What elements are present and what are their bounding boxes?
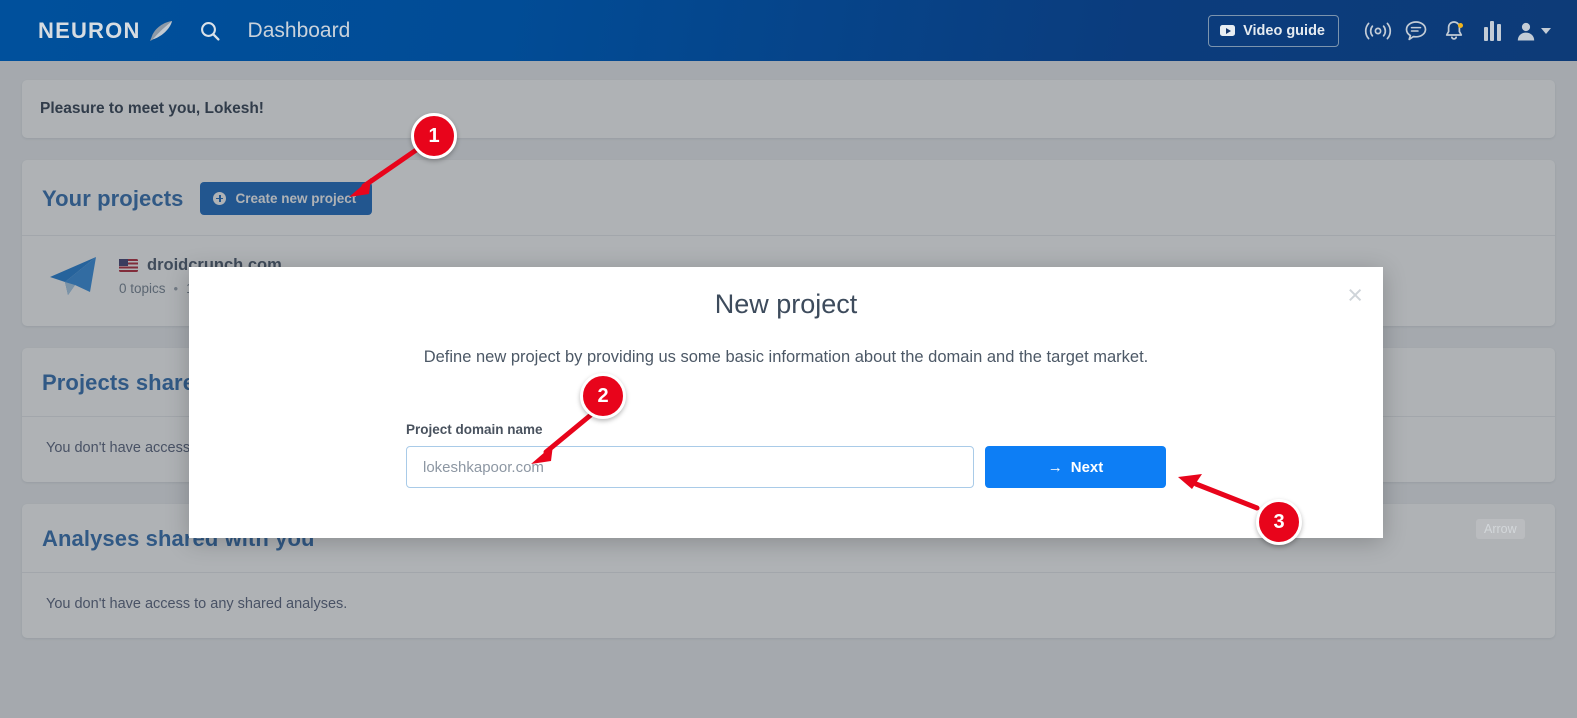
arrow-right-icon: → [1047,458,1063,476]
next-button-label: Next [1070,458,1104,476]
navbar-actions: Video guide [1208,0,1559,61]
video-guide-button[interactable]: Video guide [1208,14,1339,47]
bar-chart-icon[interactable] [1473,11,1511,51]
brand-name: NEURON [38,17,141,43]
modal-subtitle: Define new project by providing us some … [423,348,1149,366]
chat-bubble-icon[interactable] [1397,11,1435,51]
notification-bell-icon[interactable] [1435,11,1473,51]
close-icon[interactable]: × [1347,282,1363,309]
next-button[interactable]: → Next [985,446,1166,488]
dashboard-screen: NEURON Dashboard Video guide Pleasure to… [0,0,1577,718]
notification-dot [1458,22,1463,28]
user-avatar-icon [1517,22,1535,40]
project-domain-input[interactable] [406,446,974,488]
new-project-form: Project domain name → Next [406,422,1166,488]
project-domain-label: Project domain name [406,422,543,437]
brand-logo[interactable]: NEURON [38,18,174,44]
page-title: Dashboard [247,18,351,42]
domain-field-row: → Next [406,446,1166,488]
new-project-modal: × New project Define new project by prov… [189,267,1383,538]
arrow-ghost-badge[interactable]: Arrow [1476,519,1525,539]
broadcast-icon[interactable] [1359,11,1397,51]
user-avatar-menu[interactable] [1511,20,1559,42]
top-navbar: NEURON Dashboard Video guide [0,0,1577,61]
quill-icon [149,20,172,41]
youtube-play-icon [1220,25,1236,36]
video-guide-label: Video guide [1243,22,1325,39]
search-icon[interactable] [199,20,221,42]
chevron-down-icon [1541,27,1551,34]
modal-title: New project [714,289,858,319]
